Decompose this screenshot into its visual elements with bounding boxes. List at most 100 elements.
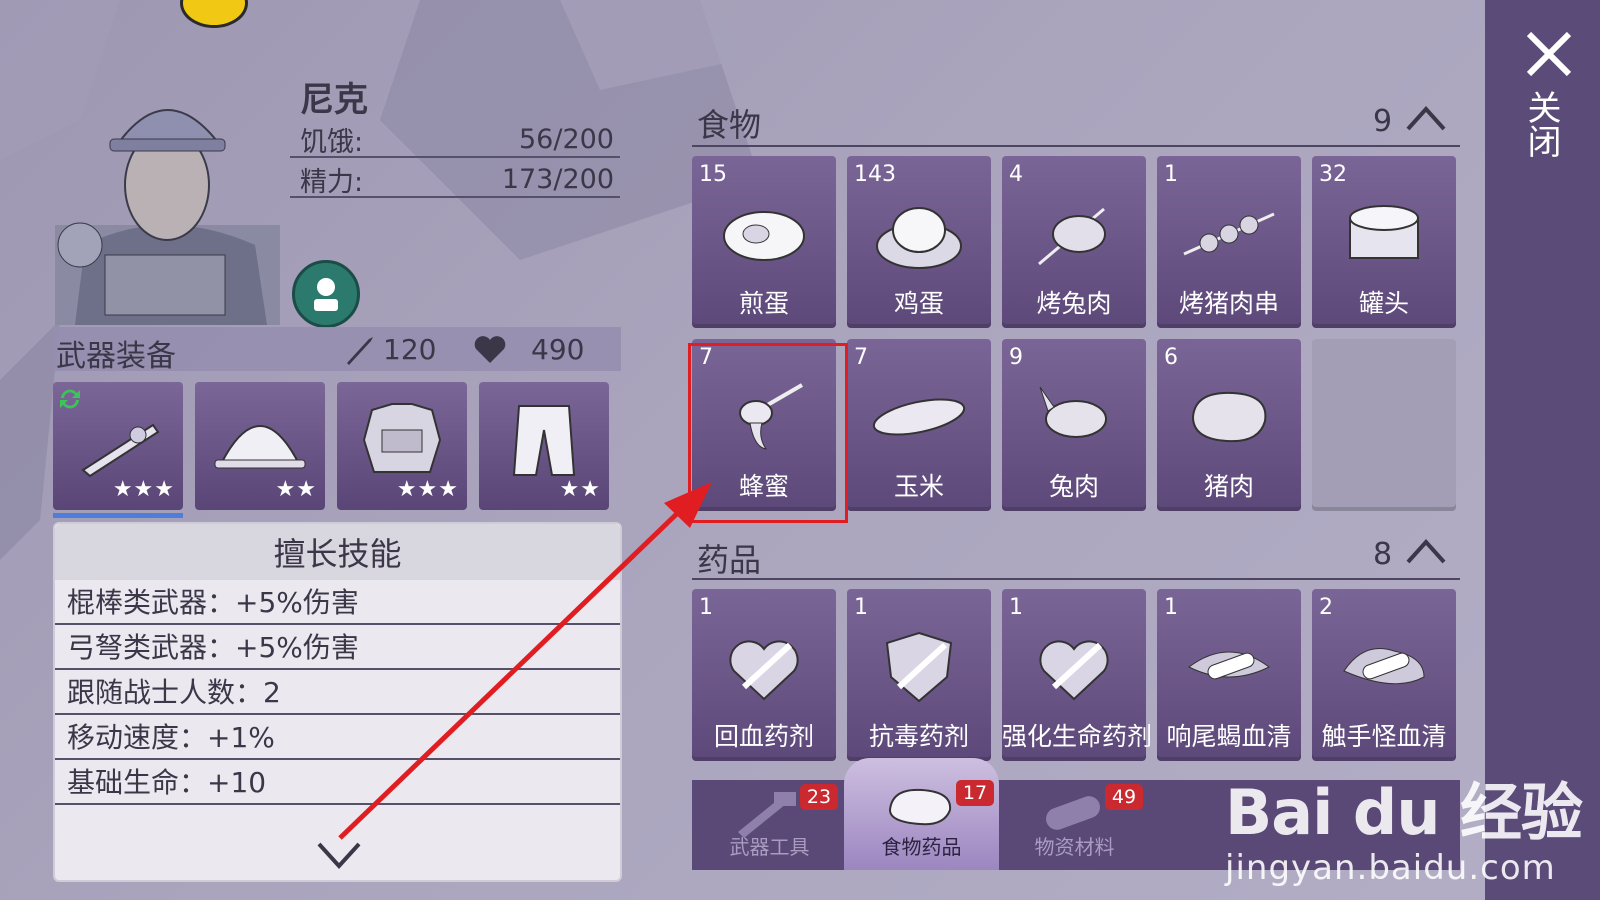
skill-row: 移动速度：+1%: [55, 715, 620, 760]
item-qty: 15: [699, 162, 727, 187]
equip-slot-weapon[interactable]: ★★★: [53, 382, 183, 518]
skill-row: 跟随战士人数：2: [55, 670, 620, 715]
chevron-up-icon[interactable]: [1405, 537, 1447, 565]
item-qty: 4: [1009, 162, 1023, 187]
food-item-rabbit-meat[interactable]: 9 兔肉: [1002, 339, 1146, 511]
antidote-syringe-icon: [885, 631, 953, 703]
medicine-divider: [692, 578, 1460, 580]
pants-icon: [512, 405, 576, 476]
item-qty: 1: [699, 595, 713, 620]
tab-food-medicine[interactable]: 17 食物药品: [844, 758, 999, 870]
hunger-label: 饥饿:: [300, 127, 364, 158]
equip-slot-pants[interactable]: ★★: [479, 382, 609, 510]
item-name: 触手怪血清: [1321, 722, 1447, 751]
item-qty: 6: [1164, 345, 1178, 370]
heal-syringe-icon: [729, 640, 799, 701]
skills-title: 擅长技能: [55, 524, 620, 580]
rabbit-meat-icon: [1039, 386, 1107, 438]
energy-label: 精力:: [300, 167, 364, 198]
roast-rabbit-icon: [1038, 207, 1106, 266]
tab-badge: 17: [956, 780, 994, 806]
food-item-egg[interactable]: 143 鸡蛋: [847, 156, 991, 328]
energy-stat: 精力: 173/200: [290, 158, 620, 198]
helmet-icon: [214, 425, 306, 469]
tab-badge: 49: [1105, 784, 1143, 810]
medicine-item-antidote[interactable]: 1 抗毒药剂: [847, 589, 991, 761]
skill-row: 弓弩类武器：+5%伤害: [55, 625, 620, 670]
item-qty: 1: [1164, 162, 1178, 187]
item-name: 烤猪肉串: [1178, 289, 1279, 318]
item-name: 响尾蝎血清: [1166, 722, 1292, 751]
medicine-section-title: 药品: [697, 541, 762, 579]
item-qty: 1: [1009, 595, 1023, 620]
tab-badge: 23: [800, 784, 838, 810]
item-name: 罐头: [1358, 289, 1409, 318]
scorpion-serum-icon: [1188, 651, 1270, 680]
pork-icon: [1191, 391, 1267, 443]
heart-icon: [474, 336, 506, 363]
food-item-corn[interactable]: 7 玉米: [847, 339, 991, 511]
item-name: 强化生命药剂: [1002, 722, 1153, 751]
food-medicine-icon: [888, 788, 952, 826]
fried-egg-icon: [723, 211, 805, 261]
food-item-pork[interactable]: 6 猪肉: [1157, 339, 1301, 511]
medicine-section-count: 8: [1373, 537, 1393, 572]
tab-label: 物资材料: [1034, 835, 1115, 859]
equip-slot-helmet[interactable]: ★★: [195, 382, 325, 510]
equip-slot-armor[interactable]: ★★★: [337, 382, 467, 510]
item-qty: 7: [854, 345, 868, 370]
item-qty: 1: [854, 595, 868, 620]
item-name: 烤兔肉: [1036, 289, 1112, 318]
item-qty: 2: [1319, 595, 1333, 620]
item-qty: 9: [1009, 345, 1023, 370]
medicine-item-tentacle-serum[interactable]: 2 触手怪血清: [1312, 589, 1456, 761]
food-divider: [692, 145, 1460, 147]
food-section-title: 食物: [697, 106, 762, 144]
close-icon[interactable]: [1525, 30, 1573, 78]
honey-highlight-box: [688, 343, 848, 523]
tab-materials[interactable]: 49 物资材料: [997, 780, 1152, 870]
armor-vest-icon: [362, 403, 442, 473]
skill-badge-icon[interactable]: [292, 260, 360, 328]
food-section-count: 9: [1373, 104, 1393, 139]
skewer-icon: [1183, 212, 1275, 256]
item-name: 煎蛋: [738, 289, 789, 318]
skill-row: 基础生命：+10: [55, 760, 620, 805]
medicine-item-scorpion-serum[interactable]: 1 响尾蝎血清: [1157, 589, 1301, 761]
food-item-can[interactable]: 32 罐头: [1312, 156, 1456, 328]
chevron-up-icon[interactable]: [1405, 104, 1447, 132]
tab-label: 食物药品: [881, 835, 962, 859]
attack-value: 120: [383, 333, 437, 366]
crossbow-icon: [81, 423, 160, 478]
item-name: 猪肉: [1203, 472, 1254, 501]
life-syringe-icon: [1039, 640, 1109, 701]
tentacle-serum-icon: [1343, 648, 1425, 685]
tab-label: 武器工具: [729, 835, 810, 859]
equipment-bar: 武器装备 120 490: [53, 327, 621, 374]
energy-value: 173/200: [501, 164, 614, 195]
slot-stars: ★★★: [396, 477, 459, 502]
slot-stars: ★★: [559, 477, 601, 502]
close-label[interactable]: 关闭: [1521, 90, 1566, 158]
chevron-down-icon[interactable]: [315, 840, 363, 870]
egg-nest-icon: [876, 207, 962, 269]
skill-row: 棍棒类武器：+5%伤害: [55, 580, 620, 625]
food-item-roast-rabbit[interactable]: 4 烤兔肉: [1002, 156, 1146, 328]
food-item-pork-skewer[interactable]: 1 烤猪肉串: [1157, 156, 1301, 328]
item-name: 抗毒药剂: [868, 722, 969, 751]
sword-icon: [347, 337, 373, 365]
food-item-fried-egg[interactable]: 15 煎蛋: [692, 156, 836, 328]
medicine-item-life[interactable]: 1 强化生命药剂: [1002, 589, 1153, 761]
item-qty: 1: [1164, 595, 1178, 620]
medicine-item-heal[interactable]: 1 回血药剂: [692, 589, 836, 761]
item-name: 兔肉: [1048, 472, 1099, 501]
tab-weapons-tools[interactable]: 23 武器工具: [692, 780, 847, 870]
item-qty: 32: [1319, 162, 1347, 187]
item-qty: 143: [854, 162, 896, 187]
item-name: 回血药剂: [713, 722, 814, 751]
hunger-stat: 饥饿: 56/200: [290, 118, 620, 158]
slot-stars: ★★: [275, 477, 317, 502]
item-name: 玉米: [893, 472, 944, 501]
selected-underline: [53, 513, 183, 518]
character-portrait: [55, 109, 280, 325]
